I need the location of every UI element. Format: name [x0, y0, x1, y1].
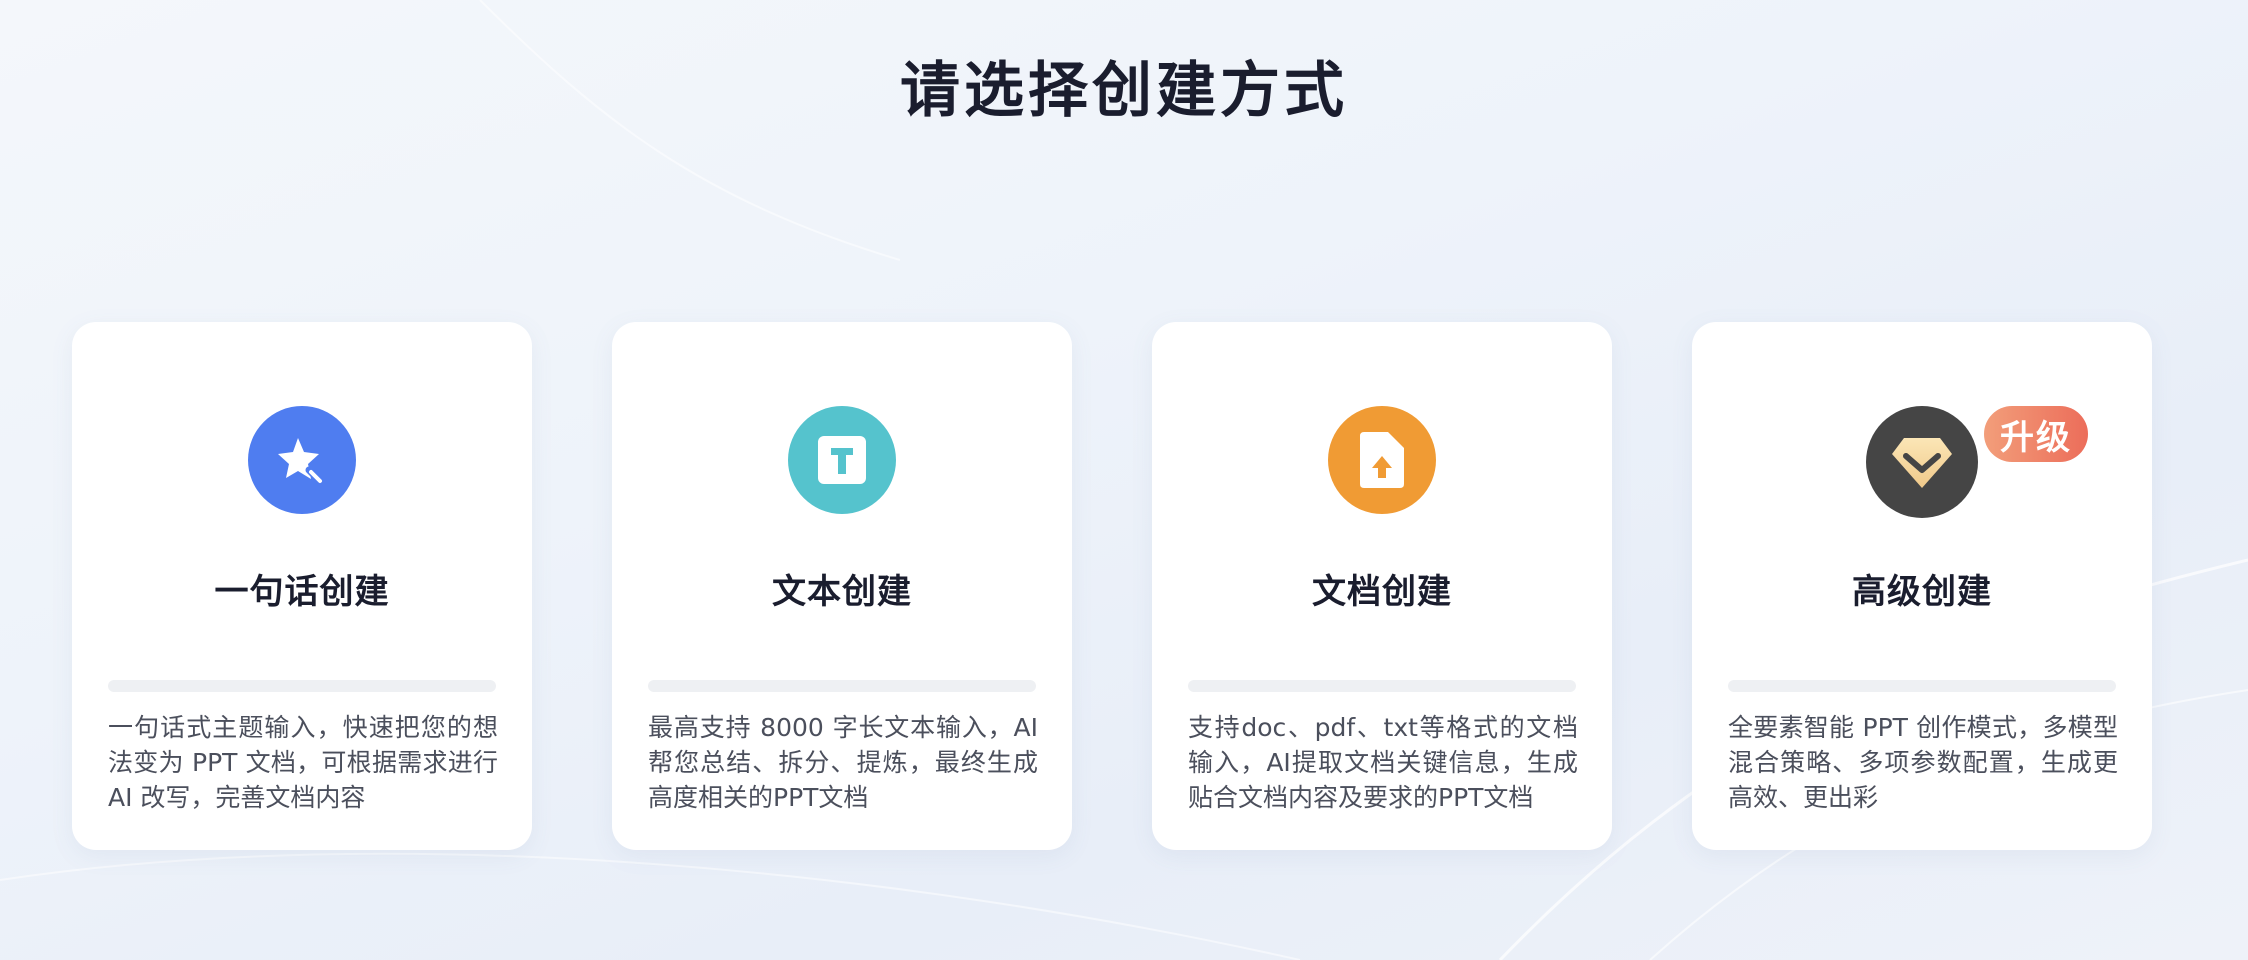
card-title: 一句话创建	[214, 572, 390, 612]
card-title: 高级创建	[1852, 572, 1992, 612]
divider	[108, 680, 496, 692]
divider	[648, 680, 1036, 692]
card-description: 一句话式主题输入，快速把您的想法变为 PPT 文档，可根据需求进行 AI 改写，…	[108, 713, 498, 812]
card-title: 文本创建	[772, 572, 912, 612]
card-advanced[interactable]: 升级 高级创建 全要素智能 PPT 创作模式，多模型混合策略、多项参数配置，生成…	[1692, 322, 2152, 850]
card-description: 最高支持 8000 字长文本输入，AI 帮您总结、拆分、提炼，最终生成高度相关的…	[648, 713, 1038, 812]
divider	[1728, 680, 2116, 692]
divider	[1188, 680, 1576, 692]
card-description: 全要素智能 PPT 创作模式，多模型混合策略、多项参数配置，生成更高效、更出彩	[1728, 713, 2118, 812]
upgrade-badge: 升级	[1984, 406, 2088, 462]
text-t-icon	[788, 406, 896, 514]
diamond-icon	[1866, 406, 1978, 518]
page-title: 请选择创建方式	[900, 56, 1348, 126]
magic-star-icon	[248, 406, 356, 514]
card-text[interactable]: 文本创建 最高支持 8000 字长文本输入，AI 帮您总结、拆分、提炼，最终生成…	[612, 322, 1072, 850]
card-one-sentence[interactable]: 一句话创建 一句话式主题输入，快速把您的想法变为 PPT 文档，可根据需求进行 …	[72, 322, 532, 850]
card-title: 文档创建	[1312, 572, 1452, 612]
file-upload-icon	[1328, 406, 1436, 514]
creation-mode-list: 一句话创建 一句话式主题输入，快速把您的想法变为 PPT 文档，可根据需求进行 …	[72, 322, 2152, 850]
card-document[interactable]: 文档创建 支持doc、pdf、txt等格式的文档输入，AI提取文档关键信息，生成…	[1152, 322, 1612, 850]
card-description: 支持doc、pdf、txt等格式的文档输入，AI提取文档关键信息，生成贴合文档内…	[1188, 713, 1578, 812]
